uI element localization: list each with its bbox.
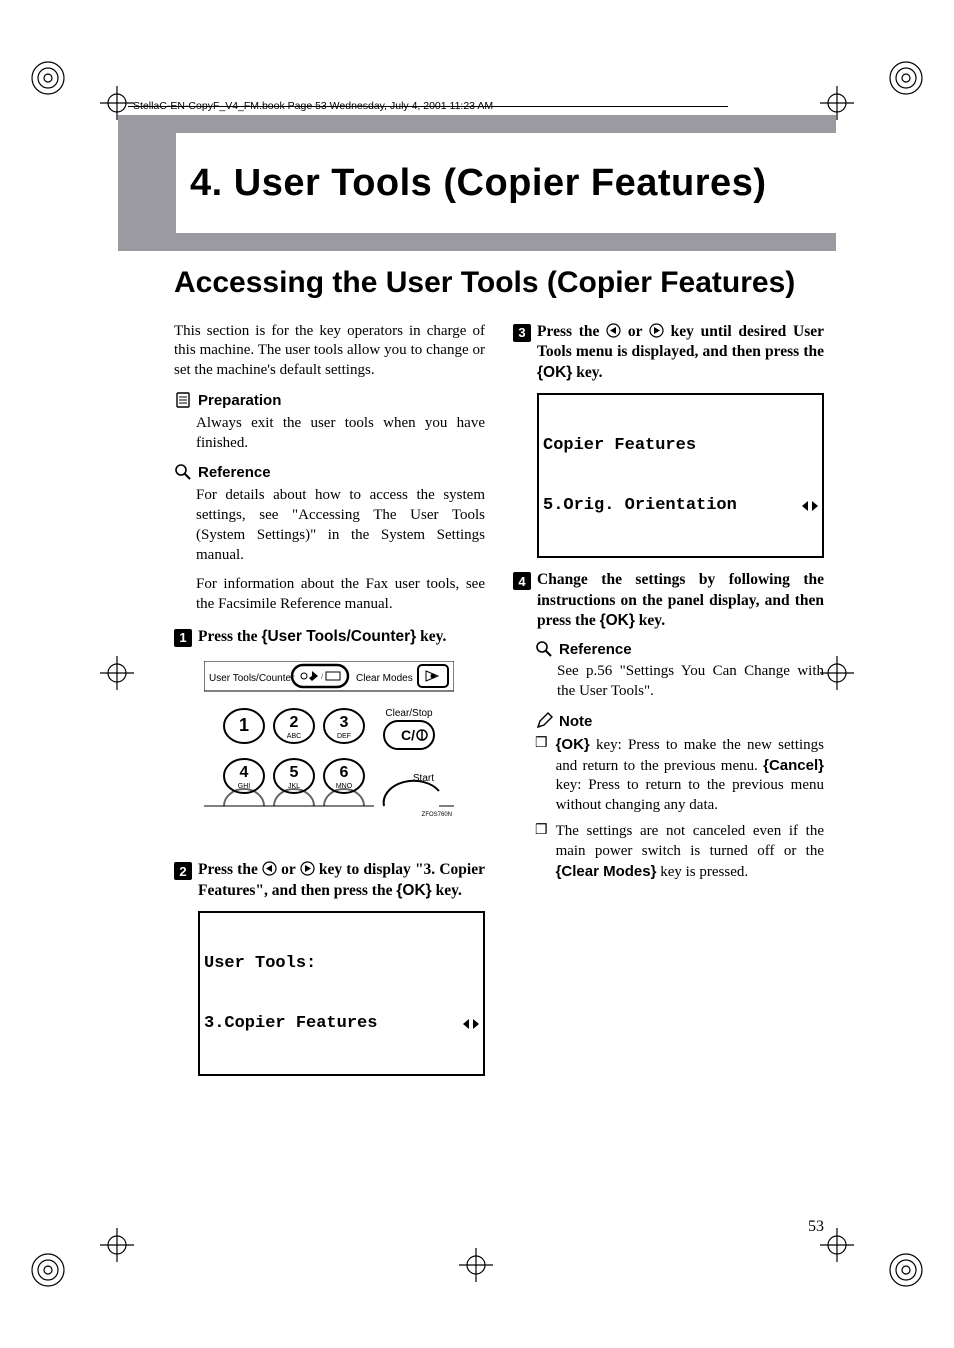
magnifier-icon [535,640,553,658]
step-2: 2 Press the or key to display "3. Copier… [174,860,485,901]
step-number-1: 1 [174,629,192,647]
step-number-4: 4 [513,572,531,590]
svg-text:C/: C/ [401,727,415,743]
page-number: 53 [808,1218,824,1236]
left-arrow-icon [606,323,621,338]
note-label: Note [559,712,592,732]
bullet-icon: ❒ [535,822,548,882]
crop-mark [459,1248,493,1282]
step-1-text: Press the {User Tools/Counter} key. [198,627,446,647]
svg-text:3: 3 [340,714,349,731]
keypad-header-left: User Tools/Counter [209,673,295,684]
nav-arrows-icon [802,499,818,513]
right-arrow-icon [649,323,664,338]
lcd1-line1: User Tools: [204,954,479,974]
svg-text:1: 1 [239,715,249,735]
reg-mark-tr [888,60,924,96]
crop-mark [100,656,134,690]
reference-label: Reference [559,640,632,660]
step-1: 1 Press the {User Tools/Counter} key. [174,627,485,647]
preparation-icon [174,391,192,409]
note-item-2: ❒ The settings are not canceled even if … [535,822,824,882]
svg-text:6: 6 [340,764,349,781]
magnifier-icon [174,463,192,481]
lcd1-line2: 3.Copier Features [204,1014,377,1034]
pencil-icon [535,712,553,730]
left-column: This section is for the key operators in… [174,322,485,1087]
reference1-p1: For details about how to access the syst… [196,486,485,565]
right-arrow-icon [300,861,315,876]
keypad-figure: User Tools/Counter / Clear Modes 1 [204,661,454,848]
page-content: Accessing the User Tools (Copier Feature… [174,266,824,1236]
running-header: StellaC-EN-CopyF_V4_FM.book Page 53 Wedn… [133,100,493,112]
note-item-1: ❒ {OK} key: Press to make the new settin… [535,735,824,816]
lcd-display-2: Copier Features 5.Orig. Orientation [537,393,824,558]
svg-text:ABC: ABC [287,733,301,740]
keypad-header-right: Clear Modes [356,673,413,684]
lcd2-line2: 5.Orig. Orientation [543,496,737,516]
crop-mark [820,1228,854,1262]
chapter-banner: 4. User Tools (Copier Features) [118,115,836,251]
crop-mark [100,1228,134,1262]
reference-heading-1: Reference [174,463,485,483]
lcd2-line1: Copier Features [543,436,818,456]
chapter-title: 4. User Tools (Copier Features) [176,162,766,205]
preparation-text: Always exit the user tools when you have… [196,414,485,454]
nav-arrows-icon [463,1017,479,1031]
step-3-text: Press the or key until desired User Tool… [537,322,824,383]
preparation-heading: Preparation [174,391,485,411]
crop-mark [820,656,854,690]
reg-mark-br [888,1252,924,1288]
svg-text:Clear/Stop: Clear/Stop [385,708,433,719]
svg-text:4: 4 [240,764,249,781]
bullet-icon: ❒ [535,735,548,816]
reference-heading-2: Reference [535,640,824,660]
step-4: 4 Change the settings by following the i… [513,570,824,631]
svg-text:5: 5 [290,764,299,781]
reg-mark-tl [30,60,66,96]
intro-paragraph: This section is for the key operators in… [174,322,485,381]
step-4-text: Change the settings by following the ins… [537,570,824,631]
step-3: 3 Press the or key until desired User To… [513,322,824,383]
step-number-2: 2 [174,862,192,880]
step-2-text: Press the or key to display "3. Copier F… [198,860,485,901]
svg-text:2: 2 [290,714,299,731]
reference2-text: See p.56 "Settings You Can Change with t… [557,662,824,702]
reference-label: Reference [198,463,271,483]
lcd-display-1: User Tools: 3.Copier Features [198,911,485,1076]
section-title: Accessing the User Tools (Copier Feature… [174,266,824,300]
preparation-label: Preparation [198,391,281,411]
svg-text:DEF: DEF [337,733,351,740]
reg-mark-bl [30,1252,66,1288]
reference1-p2: For information about the Fax user tools… [196,575,485,615]
left-arrow-icon [262,861,277,876]
note-heading: Note [535,712,824,732]
svg-text:ZFOS760N: ZFOS760N [422,812,452,818]
right-column: 3 Press the or key until desired User To… [513,322,824,1087]
svg-text:/: / [321,672,324,681]
step-number-3: 3 [513,324,531,342]
